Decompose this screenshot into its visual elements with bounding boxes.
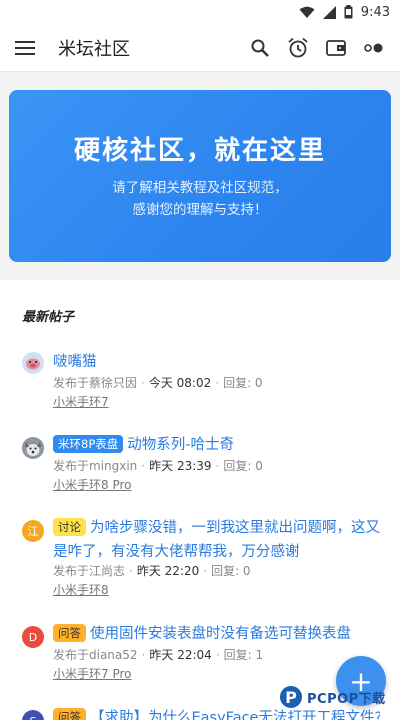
post-author: 发布于mingxin <box>53 459 138 473</box>
post-time: 今天 08:02 <box>148 376 212 390</box>
post-tag[interactable]: 问答 <box>53 708 86 720</box>
section-title: 最新帖子 <box>22 310 75 325</box>
pcpop-watermark: P PCPOP下载 <box>278 684 386 710</box>
avatar-letter[interactable]: D <box>22 626 44 648</box>
search-icon[interactable] <box>248 36 272 60</box>
pcpop-logo: P <box>278 684 304 710</box>
post-title[interactable]: 讨论 为啥步骤没错，一到我这里就出问题啊，这又是咋了，有没有大佬帮帮我，万分感谢 <box>53 516 380 564</box>
pcpop-watermark-text: PCPOP下载 <box>307 691 386 707</box>
more-dots-icon[interactable] <box>362 36 386 60</box>
avatar-letter[interactable]: 江 <box>22 520 44 542</box>
post-meta: 发布于江尚志 · 昨天 22:20 · 回复: 0 <box>53 564 251 578</box>
avatar-pig[interactable] <box>22 352 44 374</box>
post-replies: 回复: 0 <box>223 459 263 473</box>
post-meta: 发布于diana52 · 昨天 22:04 · 回复: 1 <box>53 648 264 662</box>
post-board-link[interactable]: 小米手环7 <box>53 393 109 410</box>
post-tag[interactable]: 讨论 <box>53 518 86 536</box>
battery-icon <box>344 5 353 19</box>
post-tag[interactable]: 问答 <box>53 624 86 642</box>
post-title[interactable]: 米环8P表盘 动物系列-哈士奇 <box>53 433 380 457</box>
app-title: 米坛社区 <box>58 38 130 60</box>
signal-icon <box>322 5 336 19</box>
post-meta: 发布于蔡徐只因 · 今天 08:02 · 回复: 0 <box>53 376 263 390</box>
post-board-link[interactable]: 小米手环8 <box>53 581 109 598</box>
app-bar: 米坛社区 <box>0 24 400 72</box>
wallet-icon[interactable] <box>324 36 348 60</box>
community-banner[interactable]: 硬核社区，就在这里 请了解相关教程及社区规范， 感谢您的理解与支持！ <box>9 90 391 262</box>
post-title[interactable]: 问答 使用固件安装表盘时没有备选可替换表盘 <box>53 622 380 646</box>
status-time: 9:43 <box>360 4 390 20</box>
banner-subtitle: 请了解相关教程及社区规范， 感谢您的理解与支持！ <box>9 177 391 221</box>
post-meta: 发布于mingxin · 昨天 23:39 · 回复: 0 <box>53 459 263 473</box>
avatar-letter[interactable]: S <box>22 710 44 720</box>
post-author: 发布于江尚志 <box>53 564 126 578</box>
post-board-link[interactable]: 小米手环7 Pro <box>53 665 132 682</box>
latest-posts-panel: 最新帖子 啵嘴猫 发布于蔡徐只因 · 今天 08:02 · 回复: 0 小米手环7 米环… <box>0 280 400 720</box>
status-bar: 9:43 <box>0 0 400 24</box>
post-replies: 回复: 0 <box>211 564 251 578</box>
post-title[interactable]: 啵嘴猫 <box>53 350 380 374</box>
banner-subtitle-line2: 感谢您的理解与支持！ <box>132 202 268 218</box>
post-author: 发布于diana52 <box>53 648 138 662</box>
post-time: 昨天 22:04 <box>149 648 212 662</box>
wifi-icon <box>299 6 315 19</box>
avatar-dog[interactable] <box>22 437 44 459</box>
post-replies: 回复: 0 <box>223 376 263 390</box>
post-replies: 回复: 1 <box>223 648 264 662</box>
post-board-link[interactable]: 小米手环8 Pro <box>53 476 132 493</box>
alarm-clock-icon[interactable] <box>286 36 310 60</box>
post-author: 发布于蔡徐只因 <box>53 376 138 390</box>
post-tag[interactable]: 米环8P表盘 <box>53 435 124 453</box>
banner-headline: 硬核社区，就在这里 <box>73 136 326 166</box>
post-time: 昨天 22:20 <box>136 564 200 578</box>
menu-icon[interactable] <box>0 24 50 72</box>
post-time: 昨天 23:39 <box>149 459 212 473</box>
banner-subtitle-line1: 请了解相关教程及社区规范， <box>112 180 288 196</box>
